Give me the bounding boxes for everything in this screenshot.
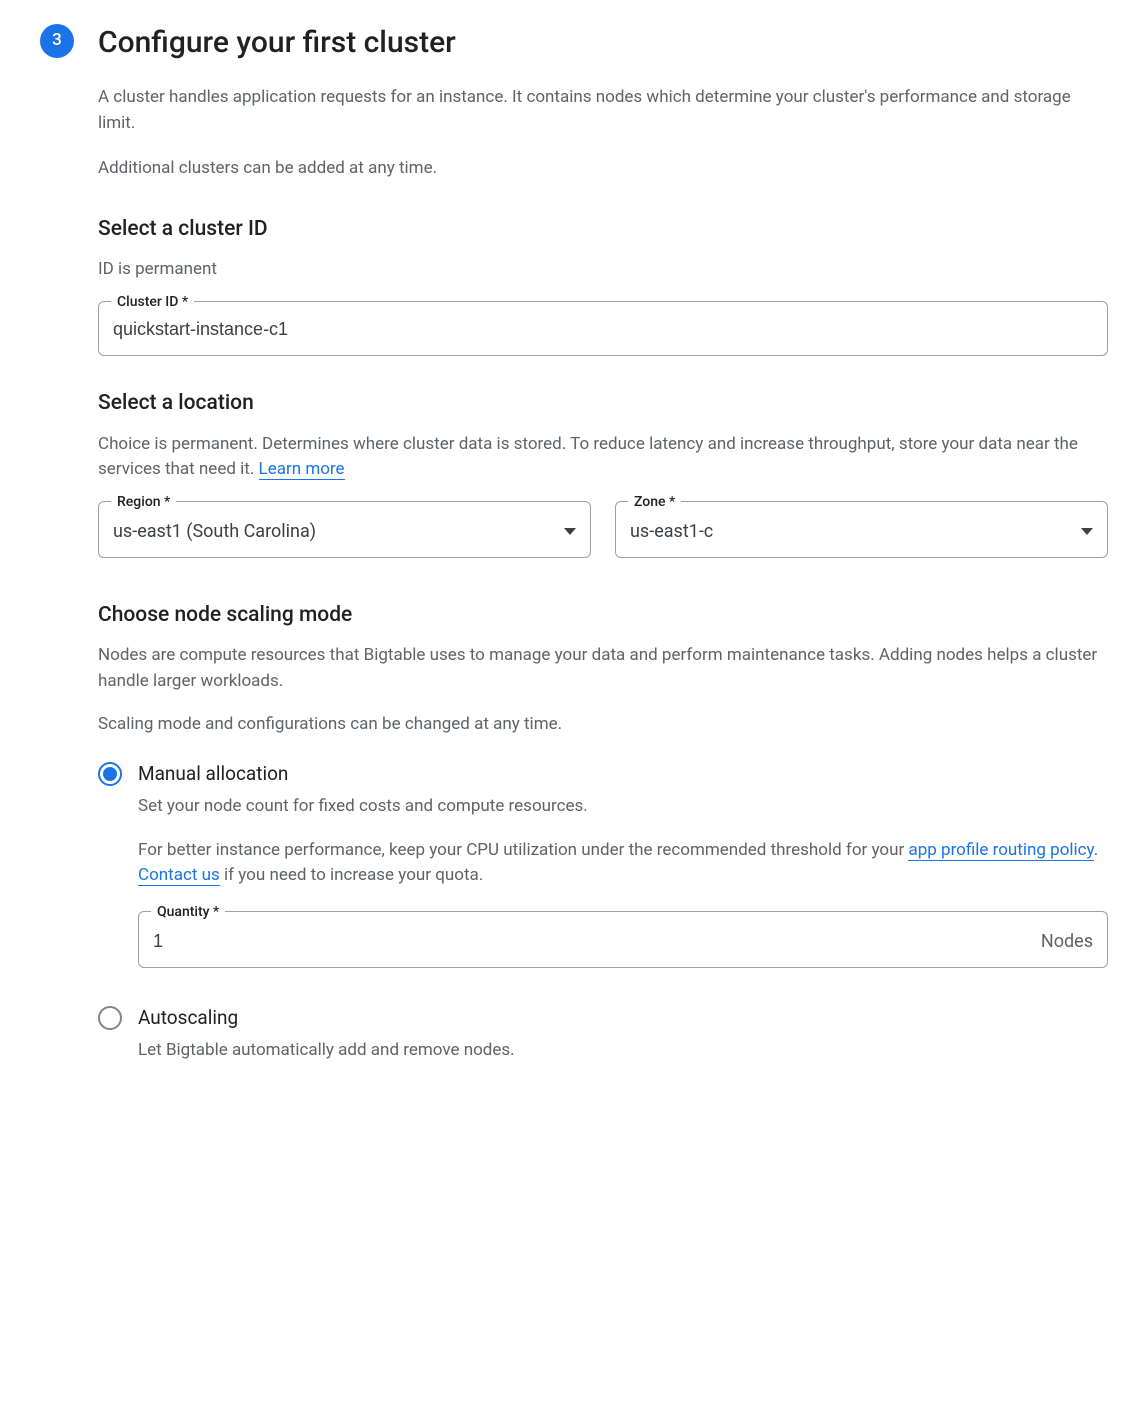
quantity-label: Quantity * <box>151 902 225 923</box>
zone-select[interactable]: Zone * us-east1-c <box>615 501 1108 558</box>
manual-perf-note: For better instance performance, keep yo… <box>138 838 1108 889</box>
contact-us-link[interactable]: Contact us <box>138 865 220 886</box>
step-title: Configure your first cluster <box>98 20 1108 65</box>
scaling-desc-1: Nodes are compute resources that Bigtabl… <box>98 643 1108 694</box>
cluster-id-heading: Select a cluster ID <box>98 214 1108 246</box>
routing-policy-link[interactable]: app profile routing policy <box>908 840 1093 861</box>
cluster-id-input[interactable] <box>113 319 1093 340</box>
region-select[interactable]: Region * us-east1 (South Carolina) <box>98 501 591 558</box>
chevron-down-icon <box>1081 528 1093 535</box>
learn-more-link[interactable]: Learn more <box>259 459 345 480</box>
scaling-option-autoscaling[interactable]: Autoscaling Let Bigtable automatically a… <box>98 1004 1108 1082</box>
cluster-id-field[interactable]: Cluster ID * <box>98 301 1108 357</box>
scaling-heading: Choose node scaling mode <box>98 600 1108 632</box>
chevron-down-icon <box>564 528 576 535</box>
zone-label: Zone * <box>628 492 681 513</box>
manual-desc: Set your node count for fixed costs and … <box>138 794 1108 820</box>
scaling-desc-2: Scaling mode and configurations can be c… <box>98 712 1108 738</box>
autoscaling-desc: Let Bigtable automatically add and remov… <box>138 1038 1108 1064</box>
zone-value: us-east1-c <box>630 518 1073 545</box>
cluster-id-label: Cluster ID * <box>111 292 194 313</box>
scaling-option-manual[interactable]: Manual allocation Set your node count fo… <box>98 760 1108 978</box>
cluster-id-caption: ID is permanent <box>98 257 1108 283</box>
quantity-input[interactable] <box>153 931 1041 952</box>
step-number-badge: 3 <box>40 24 74 58</box>
autoscaling-title: Autoscaling <box>138 1004 1108 1033</box>
quantity-suffix: Nodes <box>1041 928 1093 955</box>
step-description-2: Additional clusters can be added at any … <box>98 156 1108 182</box>
manual-title: Manual allocation <box>138 760 1108 789</box>
step-description-1: A cluster handles application requests f… <box>98 85 1108 136</box>
quantity-field[interactable]: Quantity * Nodes <box>138 911 1108 968</box>
radio-manual[interactable] <box>98 762 122 786</box>
location-caption: Choice is permanent. Determines where cl… <box>98 432 1108 483</box>
radio-autoscaling[interactable] <box>98 1006 122 1030</box>
region-value: us-east1 (South Carolina) <box>113 518 556 545</box>
region-label: Region * <box>111 492 176 513</box>
location-heading: Select a location <box>98 388 1108 420</box>
